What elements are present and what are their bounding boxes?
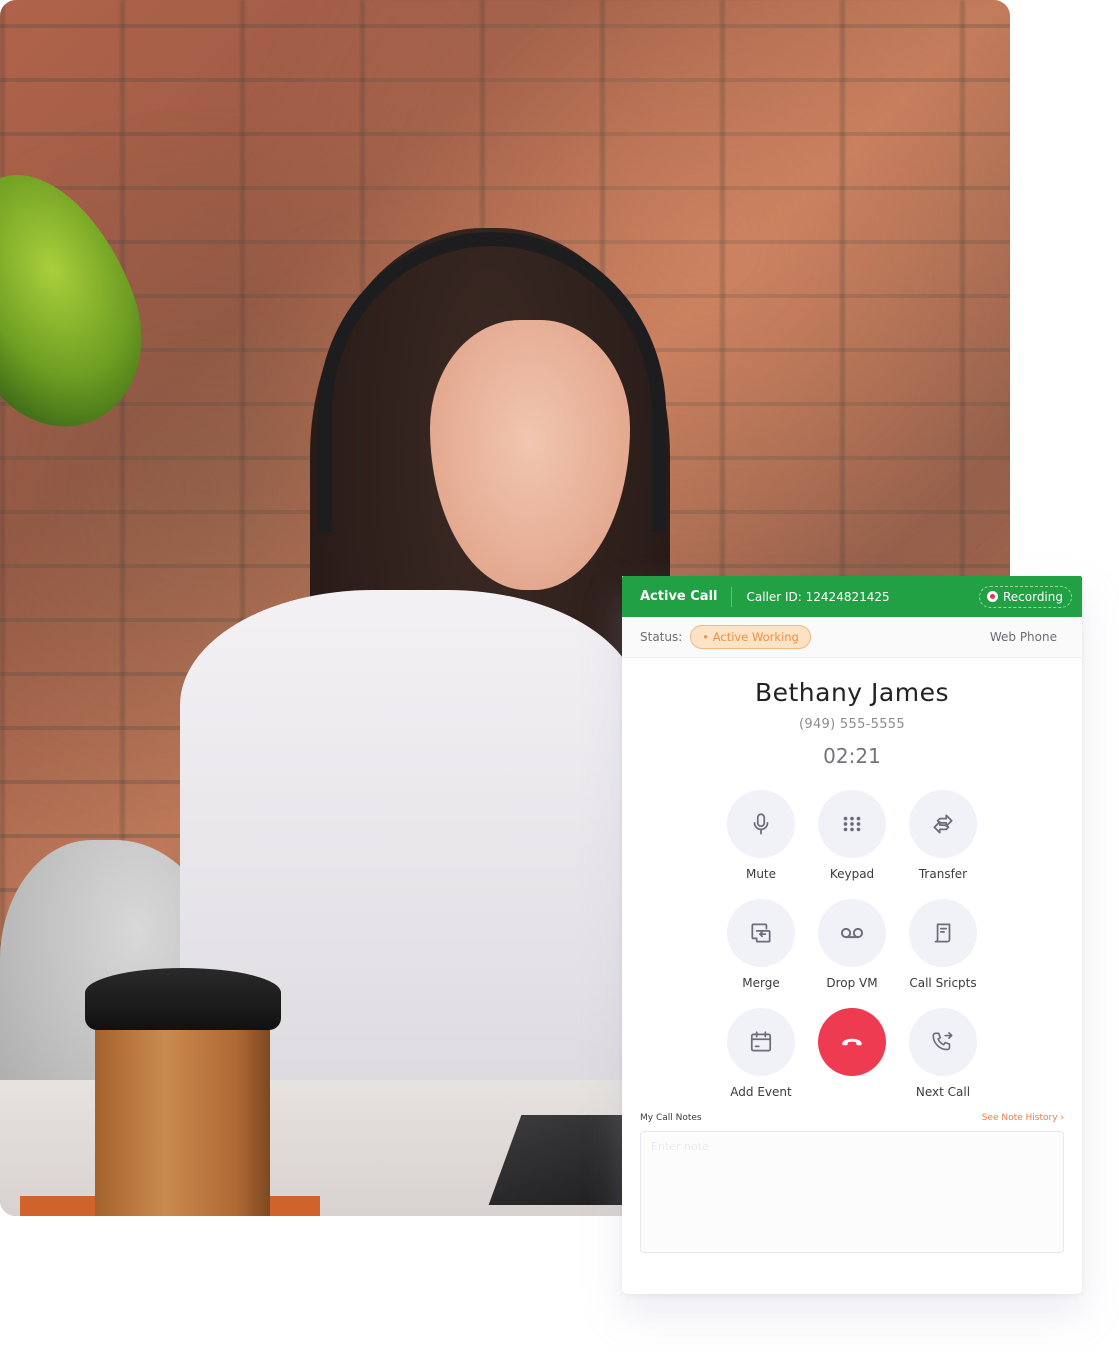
web-phone-widget: Active Call Caller ID: 12424821425 Recor…: [622, 576, 1082, 1294]
call-notes-section: My Call Notes See Note History ›: [622, 1113, 1082, 1253]
script-icon: [934, 923, 951, 943]
coffee-cup: [95, 1000, 270, 1216]
call-notes-input[interactable]: [640, 1131, 1064, 1253]
calendar-icon: [750, 1031, 772, 1052]
merge-icon: [751, 923, 771, 943]
microphone-icon: [753, 813, 769, 835]
contact-phone: (949) 555-5555: [799, 717, 905, 732]
status-bar: Status: • Active Working Web Phone: [622, 617, 1082, 658]
keypad-icon: [843, 816, 861, 832]
recording-button[interactable]: Recording: [978, 585, 1072, 608]
call-scripts-label: Call Sricpts: [909, 976, 977, 990]
next-call-icon: [932, 1031, 953, 1051]
caller-id: Caller ID: 12424821425: [746, 589, 890, 604]
contact-info: Bethany James (949) 555-5555 02:21: [622, 658, 1082, 768]
voicemail-icon: [840, 927, 864, 939]
contact-name: Bethany James: [754, 678, 950, 707]
call-notes-title: My Call Notes: [640, 1113, 702, 1123]
mute-button[interactable]: Mute: [716, 790, 807, 881]
call-title: Active Call: [640, 589, 718, 604]
drop-vm-label: Drop VM: [826, 976, 878, 990]
see-note-history-link[interactable]: See Note History ›: [982, 1113, 1064, 1123]
add-event-label: Add Event: [730, 1085, 792, 1099]
drop-vm-button[interactable]: Drop VM: [807, 899, 898, 990]
call-timer: 02:21: [823, 744, 881, 768]
add-event-button[interactable]: Add Event: [716, 1008, 807, 1099]
transfer-label: Transfer: [918, 867, 968, 881]
merge-button[interactable]: Merge: [716, 899, 807, 990]
hang-up-icon: [842, 1038, 862, 1046]
mute-label: Mute: [745, 867, 777, 881]
call-actions: Mute Keypad Transfer Merge Drop VM Call …: [622, 790, 1082, 1099]
phone-mode: Web Phone: [989, 630, 1057, 644]
transfer-button[interactable]: Transfer: [898, 790, 989, 881]
keypad-button[interactable]: Keypad: [807, 790, 898, 881]
call-header: Active Call Caller ID: 12424821425 Recor…: [622, 576, 1082, 617]
record-icon: [986, 591, 998, 602]
merge-label: Merge: [742, 976, 780, 990]
status-label: Status:: [640, 630, 683, 644]
next-call-button[interactable]: Next Call: [898, 1008, 989, 1099]
end-call-button[interactable]: [807, 1008, 898, 1099]
keypad-label: Keypad: [829, 867, 875, 881]
next-call-label: Next Call: [915, 1085, 971, 1099]
call-scripts-button[interactable]: Call Sricpts: [898, 899, 989, 990]
transfer-icon: [933, 814, 953, 834]
status-badge[interactable]: • Active Working: [690, 625, 811, 649]
recording-label: Recording: [1002, 589, 1063, 604]
coffee-cup-lid: [85, 968, 281, 1030]
header-divider: [731, 586, 733, 607]
